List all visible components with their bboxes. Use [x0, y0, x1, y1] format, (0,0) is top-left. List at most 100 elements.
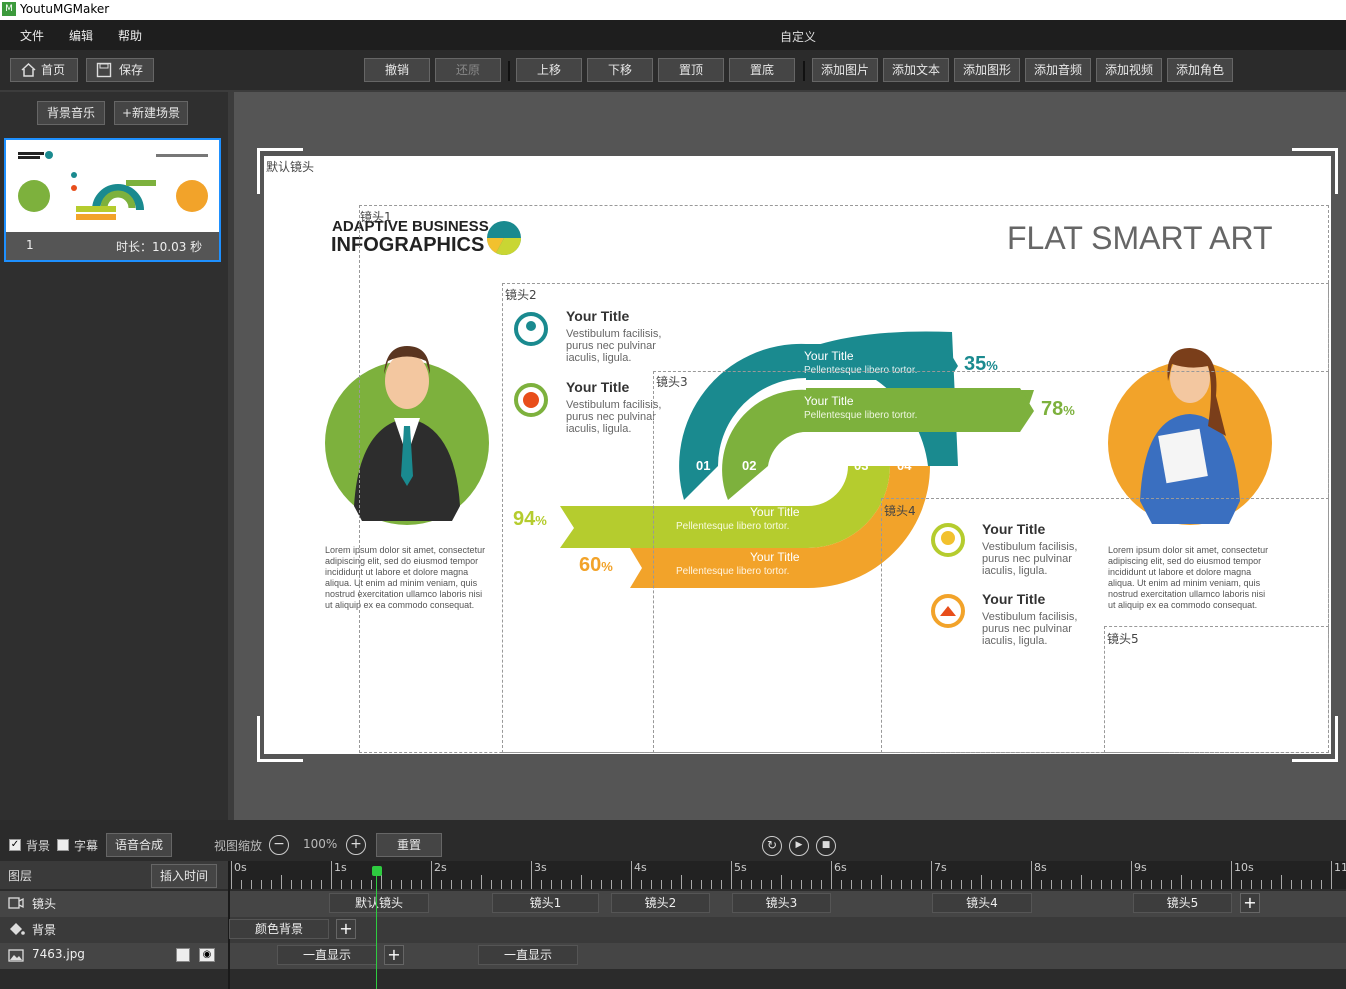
ruler-minor-tick [1221, 880, 1222, 889]
ruler-major-tick [531, 861, 532, 889]
zoom-out-icon[interactable]: − [269, 835, 289, 855]
bring-top-button[interactable]: 置顶 [658, 58, 724, 82]
camera-block[interactable]: 镜头2 [611, 893, 710, 913]
ruler-minor-tick [891, 880, 892, 889]
add-camera-button[interactable]: + [1240, 893, 1260, 913]
ruler-minor-tick [261, 880, 262, 889]
redo-button[interactable]: 还原 [435, 58, 501, 82]
ruler-minor-tick [991, 880, 992, 889]
ruler-minor-tick [571, 880, 572, 889]
bg-checkbox[interactable]: ✓ [9, 839, 21, 851]
send-bottom-button[interactable]: 置底 [729, 58, 795, 82]
undo-button[interactable]: 撤销 [364, 58, 430, 82]
ruler-minor-tick [1191, 880, 1192, 889]
toolbar-divider [803, 61, 805, 81]
reset-button[interactable]: 重置 [376, 833, 442, 857]
menu-help[interactable]: 帮助 [118, 27, 142, 44]
ruler-minor-tick [541, 880, 542, 889]
track-background [0, 917, 1346, 943]
add-image-button[interactable]: 添加图片 [812, 58, 878, 82]
lock-toggle[interactable] [176, 948, 190, 962]
ruler-minor-tick [311, 880, 312, 889]
camera-track-icon [8, 897, 24, 909]
ruler-label: 9s [1134, 861, 1147, 874]
add-video-button[interactable]: 添加视频 [1096, 58, 1162, 82]
ruler-minor-tick [381, 875, 382, 889]
ruler-minor-tick [1111, 880, 1112, 889]
ruler-minor-tick [1041, 880, 1042, 889]
camera-block[interactable]: 镜头3 [732, 893, 831, 913]
stop-icon[interactable]: ■ [816, 836, 836, 856]
add-background-button[interactable]: + [336, 919, 356, 939]
playhead[interactable] [376, 868, 377, 989]
ruler-minor-tick [1301, 880, 1302, 889]
ruler-minor-tick [881, 875, 882, 889]
home-button[interactable]: 首页 [10, 58, 78, 82]
ruler-minor-tick [611, 880, 612, 889]
add-shape-button[interactable]: 添加图形 [954, 58, 1020, 82]
stage-canvas[interactable]: ADAPTIVE BUSINESS INFOGRAPHICS FLAT SMAR… [264, 156, 1331, 754]
time-ruler[interactable]: 0s 1s 2s 3s 4s 5s 6s 7s 8s 9s 10s 11 [230, 861, 1346, 889]
title-bar: M YoutuMGMaker [0, 0, 1346, 20]
ruler-minor-tick [921, 880, 922, 889]
ruler-minor-tick [1211, 880, 1212, 889]
scene-index: 1 [26, 238, 34, 252]
camera-block[interactable]: 默认镜头 [329, 893, 429, 913]
ruler-minor-tick [621, 880, 622, 889]
visibility-eye-icon[interactable]: ◉ [199, 948, 215, 962]
ruler-minor-tick [821, 880, 822, 889]
bg-checkbox-label: 背景 [26, 839, 51, 853]
menu-file[interactable]: 文件 [20, 27, 44, 44]
ruler-minor-tick [461, 880, 462, 889]
camera-block[interactable]: 镜头5 [1133, 893, 1232, 913]
ruler-label: 5s [734, 861, 747, 874]
camera-label: 镜头3 [656, 375, 688, 389]
ruler-minor-tick [1171, 880, 1172, 889]
ruler-minor-tick [1101, 880, 1102, 889]
ruler-minor-tick [791, 880, 792, 889]
ruler-minor-tick [981, 875, 982, 889]
background-block[interactable]: 颜色背景 [229, 919, 329, 939]
insert-time-button[interactable]: 插入时间 [151, 864, 217, 888]
zoom-in-icon[interactable]: + [346, 835, 366, 855]
timeline-controls [0, 830, 1346, 860]
tts-button[interactable]: 语音合成 [106, 833, 172, 857]
ruler-minor-tick [601, 880, 602, 889]
bg-music-button[interactable]: 背景音乐 [37, 101, 105, 125]
ruler-minor-tick [291, 880, 292, 889]
scene-preview [6, 140, 219, 232]
ruler-minor-tick [1151, 880, 1152, 889]
add-text-button[interactable]: 添加文本 [883, 58, 949, 82]
scene-info-bar: 1 时长：10.03 秒 [6, 232, 219, 260]
ruler-minor-tick [961, 880, 962, 889]
app-title: YoutuMGMaker [20, 2, 110, 16]
play-icon[interactable]: ▶ [789, 836, 809, 856]
ruler-major-tick [231, 861, 232, 889]
save-icon [96, 62, 112, 78]
add-role-button[interactable]: 添加角色 [1167, 58, 1233, 82]
add-display-button[interactable]: + [384, 945, 404, 965]
ruler-minor-tick [401, 880, 402, 889]
move-down-button[interactable]: 下移 [587, 58, 653, 82]
ruler-minor-tick [421, 880, 422, 889]
replay-icon[interactable]: ↻ [762, 836, 782, 856]
ruler-minor-tick [861, 880, 862, 889]
camera-block[interactable]: 镜头1 [492, 893, 599, 913]
camera-block[interactable]: 镜头4 [932, 893, 1032, 913]
new-scene-button[interactable]: +新建场景 [114, 101, 188, 125]
playhead-handle[interactable] [372, 866, 382, 876]
ruler-label: 0s [234, 861, 247, 874]
ruler-major-tick [331, 861, 332, 889]
ruler-minor-tick [651, 880, 652, 889]
ruler-minor-tick [1181, 875, 1182, 889]
ruler-minor-tick [641, 880, 642, 889]
scene-thumbnail[interactable]: 1 时长：10.03 秒 [4, 138, 221, 262]
move-up-button[interactable]: 上移 [516, 58, 582, 82]
add-audio-button[interactable]: 添加音频 [1025, 58, 1091, 82]
image-display-block[interactable]: 一直显示 [277, 945, 377, 965]
ruler-label: 7s [934, 861, 947, 874]
menu-edit[interactable]: 编辑 [69, 27, 93, 44]
image-display-block[interactable]: 一直显示 [478, 945, 578, 965]
save-button[interactable]: 保存 [86, 58, 154, 82]
subtitle-checkbox[interactable] [57, 839, 69, 851]
